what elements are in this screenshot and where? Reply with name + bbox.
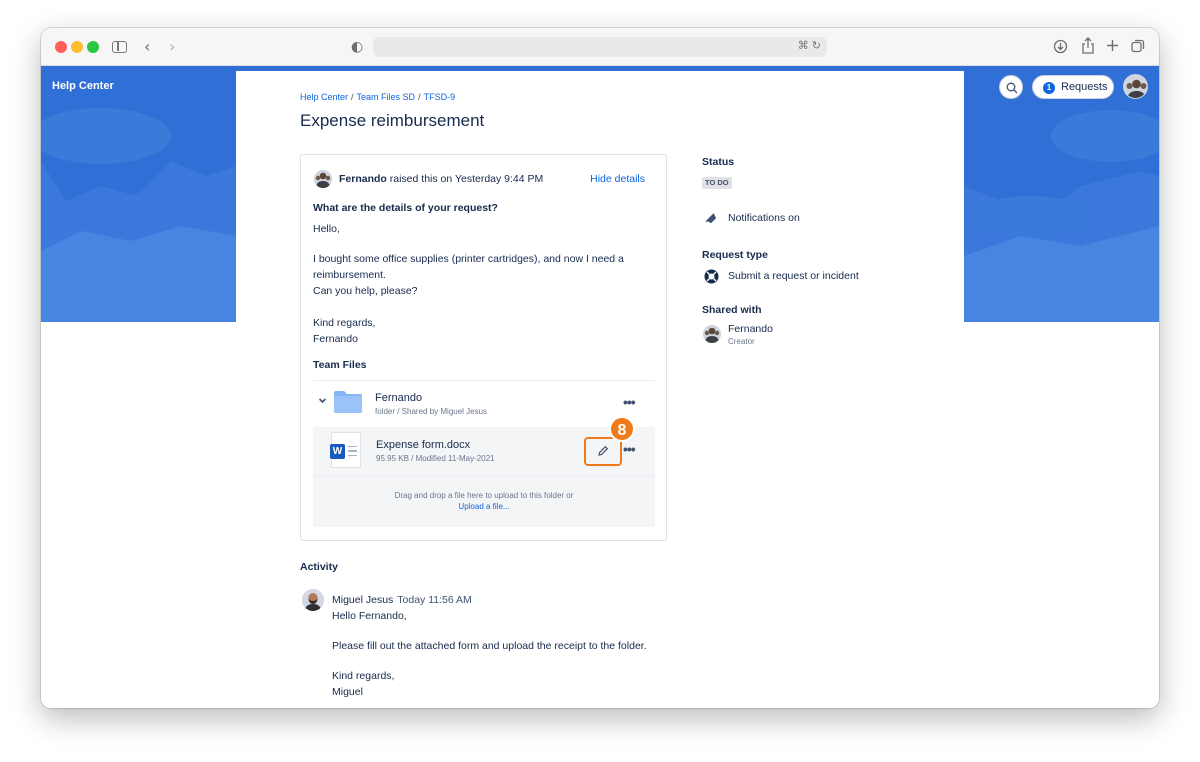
- request-type-value: Submit a request or incident: [728, 270, 859, 282]
- divider: [313, 380, 655, 381]
- address-bar[interactable]: ⌘ ↻: [373, 37, 827, 57]
- forward-icon[interactable]: ›: [169, 37, 175, 57]
- search-icon: [1006, 82, 1018, 94]
- activity-line: Hello Fernando,: [332, 610, 407, 622]
- activity-line: Please fill out the attached form and up…: [332, 640, 647, 652]
- avatar: [302, 589, 324, 611]
- activity-line: Miguel: [332, 686, 363, 698]
- request-details-box: Fernando raised this on Yesterday 9:44 P…: [300, 154, 667, 541]
- raised-time: raised this on Yesterday 9:44 PM: [386, 173, 544, 185]
- word-document-icon: W: [330, 432, 361, 468]
- request-author: Fernando: [339, 173, 387, 185]
- sidebar-toggle-icon[interactable]: [112, 41, 127, 53]
- shared-user-name: Fernando: [728, 323, 773, 335]
- hide-details-link[interactable]: Hide details: [590, 173, 645, 185]
- notifications-toggle[interactable]: Notifications on: [728, 212, 800, 224]
- breadcrumb: Help Center / Team Files SD / TFSD-9: [300, 92, 456, 102]
- browser-window: ‹ › ◐ ⌘ ↻ Help Center Help Center / Team…: [41, 28, 1159, 708]
- search-button[interactable]: [999, 75, 1023, 99]
- file-name[interactable]: Expense form.docx: [376, 439, 470, 451]
- requests-count-badge: 1: [1043, 82, 1055, 94]
- downloads-icon[interactable]: [1053, 39, 1068, 54]
- raised-by-line: Fernando raised this on Yesterday 9:44 P…: [339, 173, 543, 185]
- activity-time: Today 11:56 AM: [397, 594, 472, 606]
- lifebuoy-icon: [704, 269, 719, 284]
- folder-more-button[interactable]: •••: [623, 394, 636, 410]
- avatar: [314, 170, 332, 188]
- new-tab-icon[interactable]: [1106, 39, 1119, 52]
- requests-button[interactable]: 1 Requests: [1032, 75, 1114, 99]
- shared-user-role: Creator: [728, 337, 755, 346]
- privacy-shield-icon[interactable]: ◐: [351, 37, 363, 57]
- help-center-brand[interactable]: Help Center: [52, 80, 114, 92]
- translate-reload-icon[interactable]: ⌘ ↻: [798, 39, 821, 52]
- help-center-page: Help Center Help Center / Team Files SD / TF…: [41, 66, 1159, 708]
- breadcrumb-tfsd-9[interactable]: TFSD-9: [424, 92, 456, 102]
- status-badge: TO DO: [702, 177, 732, 189]
- upload-dropzone[interactable]: Drag and drop a file here to upload to t…: [313, 475, 655, 527]
- file-more-button[interactable]: •••: [623, 441, 636, 457]
- folder-name[interactable]: Fernando: [375, 392, 422, 404]
- tab-overview-icon[interactable]: [1131, 39, 1145, 53]
- folder-icon: [334, 391, 362, 413]
- dropzone-text: Drag and drop a file here to upload to t…: [394, 491, 574, 500]
- file-meta: 95.95 KB / Modified 11-May-2021: [376, 454, 495, 463]
- person-group-icon: [314, 170, 332, 188]
- profile-avatar[interactable]: [1123, 74, 1148, 99]
- message-line: Fernando: [313, 333, 358, 345]
- bell-icon[interactable]: [704, 211, 718, 225]
- zoom-window-button[interactable]: [87, 41, 99, 53]
- file-row[interactable]: W Expense form.docx 95.95 KB / Modified …: [313, 416, 655, 475]
- message-line: Can you help, please?: [313, 285, 418, 297]
- person-group-icon: [703, 325, 721, 343]
- request-question: What are the details of your request?: [313, 202, 498, 214]
- chevron-down-icon[interactable]: [318, 396, 327, 407]
- requests-label: Requests: [1061, 81, 1108, 93]
- request-card: Help Center / Team Files SD / TFSD-9 Expense…: [236, 71, 964, 708]
- minimize-window-button[interactable]: [71, 41, 83, 53]
- person-icon: [302, 589, 324, 611]
- breadcrumb-team-files-sd[interactable]: Team Files SD: [357, 92, 416, 102]
- edit-file-button[interactable]: [584, 437, 622, 466]
- avatar: [703, 325, 721, 343]
- browser-toolbar: ‹ › ◐ ⌘ ↻: [41, 28, 1159, 66]
- shared-with-label: Shared with: [702, 304, 762, 316]
- activity-line: Kind regards,: [332, 670, 395, 682]
- share-icon[interactable]: [1081, 37, 1095, 54]
- activity-heading: Activity: [300, 561, 338, 573]
- message-line: Kind regards,: [313, 317, 376, 329]
- status-label: Status: [702, 156, 735, 168]
- message-line: I bought some office supplies (printer c…: [313, 253, 624, 265]
- upload-file-link[interactable]: Upload a file...: [313, 502, 655, 511]
- message-line: reimbursement.: [313, 269, 386, 281]
- message-line: Hello,: [313, 223, 340, 235]
- activity-author: Miguel Jesus: [332, 594, 394, 606]
- team-files-heading: Team Files: [313, 359, 367, 371]
- page-title: Expense reimbursement: [300, 111, 485, 130]
- step-badge: 8: [609, 416, 635, 442]
- close-window-button[interactable]: [55, 41, 67, 53]
- activity-author-line: Miguel Jesus Today 11:56 AM: [332, 594, 472, 606]
- breadcrumb-help-center[interactable]: Help Center: [300, 92, 348, 102]
- folder-meta: folder / Shared by Miguel Jesus: [375, 407, 488, 416]
- request-type-label: Request type: [702, 249, 768, 261]
- pencil-icon: [598, 445, 609, 456]
- back-icon[interactable]: ‹: [144, 37, 150, 57]
